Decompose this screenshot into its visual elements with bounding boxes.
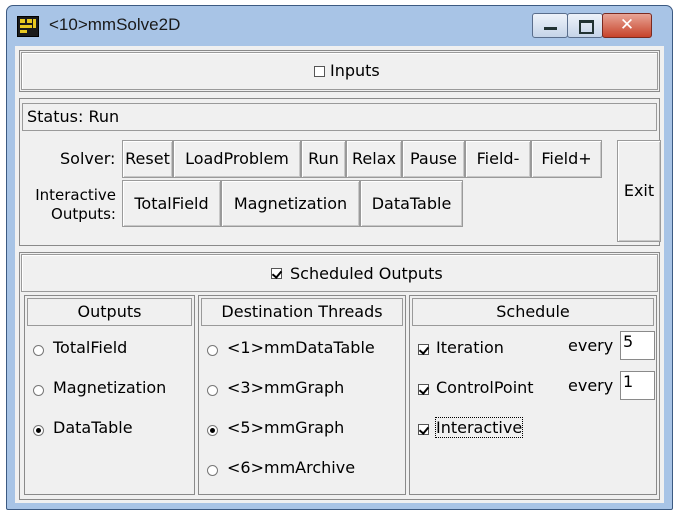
iteration-label[interactable]: Iteration (436, 338, 504, 357)
status-bar: Status: Run (22, 103, 657, 131)
schedule-header-label: Schedule (496, 302, 570, 321)
interactive-label-line2: Outputs: (51, 205, 116, 223)
interactive-label-line1: Interactive (35, 186, 116, 204)
title-bar[interactable]: <10>mmSolve2D ✕ (7, 6, 672, 46)
controlpoint-every-input[interactable]: 1 (620, 371, 655, 400)
maximize-button[interactable] (567, 13, 603, 38)
dest-6-radio[interactable] (207, 465, 218, 476)
destinations-column: Destination Threads <1>mmDataTable <3>mm… (198, 295, 406, 495)
dest-1-label[interactable]: <1>mmDataTable (227, 338, 375, 357)
outputs-column: Outputs TotalField Magnetization DataTab… (24, 295, 195, 495)
interactive-checkbox[interactable] (418, 424, 429, 435)
app-window: <10>mmSolve2D ✕ Inputs Status: Run Solve… (6, 5, 673, 510)
inputs-checkbox[interactable] (314, 66, 325, 77)
relax-button[interactable]: Relax (346, 140, 402, 178)
scheduled-outputs-label: Scheduled Outputs (290, 264, 443, 283)
control-panel: Status: Run Solver: Reset LoadProblem Ru… (19, 98, 661, 246)
solver-label: Solver: (60, 149, 116, 168)
interactive-magnetization-button[interactable]: Magnetization (221, 180, 360, 227)
iteration-every-label: every (568, 336, 614, 355)
destinations-header: Destination Threads (201, 298, 403, 326)
load-problem-button[interactable]: LoadProblem (173, 140, 301, 178)
inputs-label: Inputs (330, 61, 380, 80)
outputs-header: Outputs (27, 298, 192, 326)
schedule-column: Schedule Iteration every 5 ControlPoint … (409, 295, 657, 495)
run-button[interactable]: Run (301, 140, 346, 178)
maximize-icon (579, 20, 594, 34)
interactive-totalfield-button[interactable]: TotalField (122, 180, 221, 227)
inputs-toggle[interactable]: Inputs (21, 52, 658, 90)
outputs-header-label: Outputs (77, 302, 142, 321)
field-minus-button[interactable]: Field- (465, 140, 531, 178)
output-datatable-label[interactable]: DataTable (53, 418, 133, 437)
reset-button[interactable]: Reset (122, 140, 173, 178)
controlpoint-every-label: every (568, 376, 614, 395)
status-text: Status: Run (27, 107, 120, 126)
close-button[interactable]: ✕ (602, 13, 652, 38)
output-totalfield-label[interactable]: TotalField (53, 338, 127, 357)
window-title: <10>mmSolve2D (49, 15, 181, 34)
scheduled-outputs-checkbox[interactable] (271, 268, 282, 279)
dest-6-label[interactable]: <6>mmArchive (227, 458, 355, 477)
output-totalfield-radio[interactable] (33, 345, 44, 356)
controlpoint-label[interactable]: ControlPoint (436, 378, 534, 397)
pause-button[interactable]: Pause (402, 140, 465, 178)
output-magnetization-radio[interactable] (33, 385, 44, 396)
interactive-outputs-label: Interactive Outputs: (22, 186, 116, 224)
minimize-button[interactable] (532, 13, 568, 38)
field-plus-button[interactable]: Field+ (531, 140, 602, 178)
controlpoint-checkbox[interactable] (418, 384, 429, 395)
iteration-checkbox[interactable] (418, 344, 429, 355)
interactive-datatable-button[interactable]: DataTable (360, 180, 463, 227)
dest-5-radio[interactable] (207, 425, 218, 436)
dest-1-radio[interactable] (207, 345, 218, 356)
output-datatable-radio[interactable] (33, 425, 44, 436)
close-icon: ✕ (619, 15, 635, 35)
iteration-every-input[interactable]: 5 (620, 331, 655, 360)
interactive-label[interactable]: Interactive (434, 417, 524, 438)
destinations-header-label: Destination Threads (221, 302, 383, 321)
minimize-icon (544, 27, 557, 30)
output-magnetization-label[interactable]: Magnetization (53, 378, 166, 397)
exit-button[interactable]: Exit (617, 140, 661, 242)
dest-5-label[interactable]: <5>mmGraph (227, 418, 344, 437)
dest-3-label[interactable]: <3>mmGraph (227, 378, 344, 397)
dest-3-radio[interactable] (207, 385, 218, 396)
window-client-area: Inputs Status: Run Solver: Reset LoadPro… (15, 46, 664, 503)
schedule-header: Schedule (412, 298, 654, 326)
inputs-panel: Inputs (19, 50, 660, 92)
scheduled-outputs-toggle[interactable]: Scheduled Outputs (21, 254, 658, 292)
app-icon[interactable] (17, 16, 39, 37)
scheduled-panel: Scheduled Outputs Outputs TotalField Mag… (19, 252, 660, 500)
